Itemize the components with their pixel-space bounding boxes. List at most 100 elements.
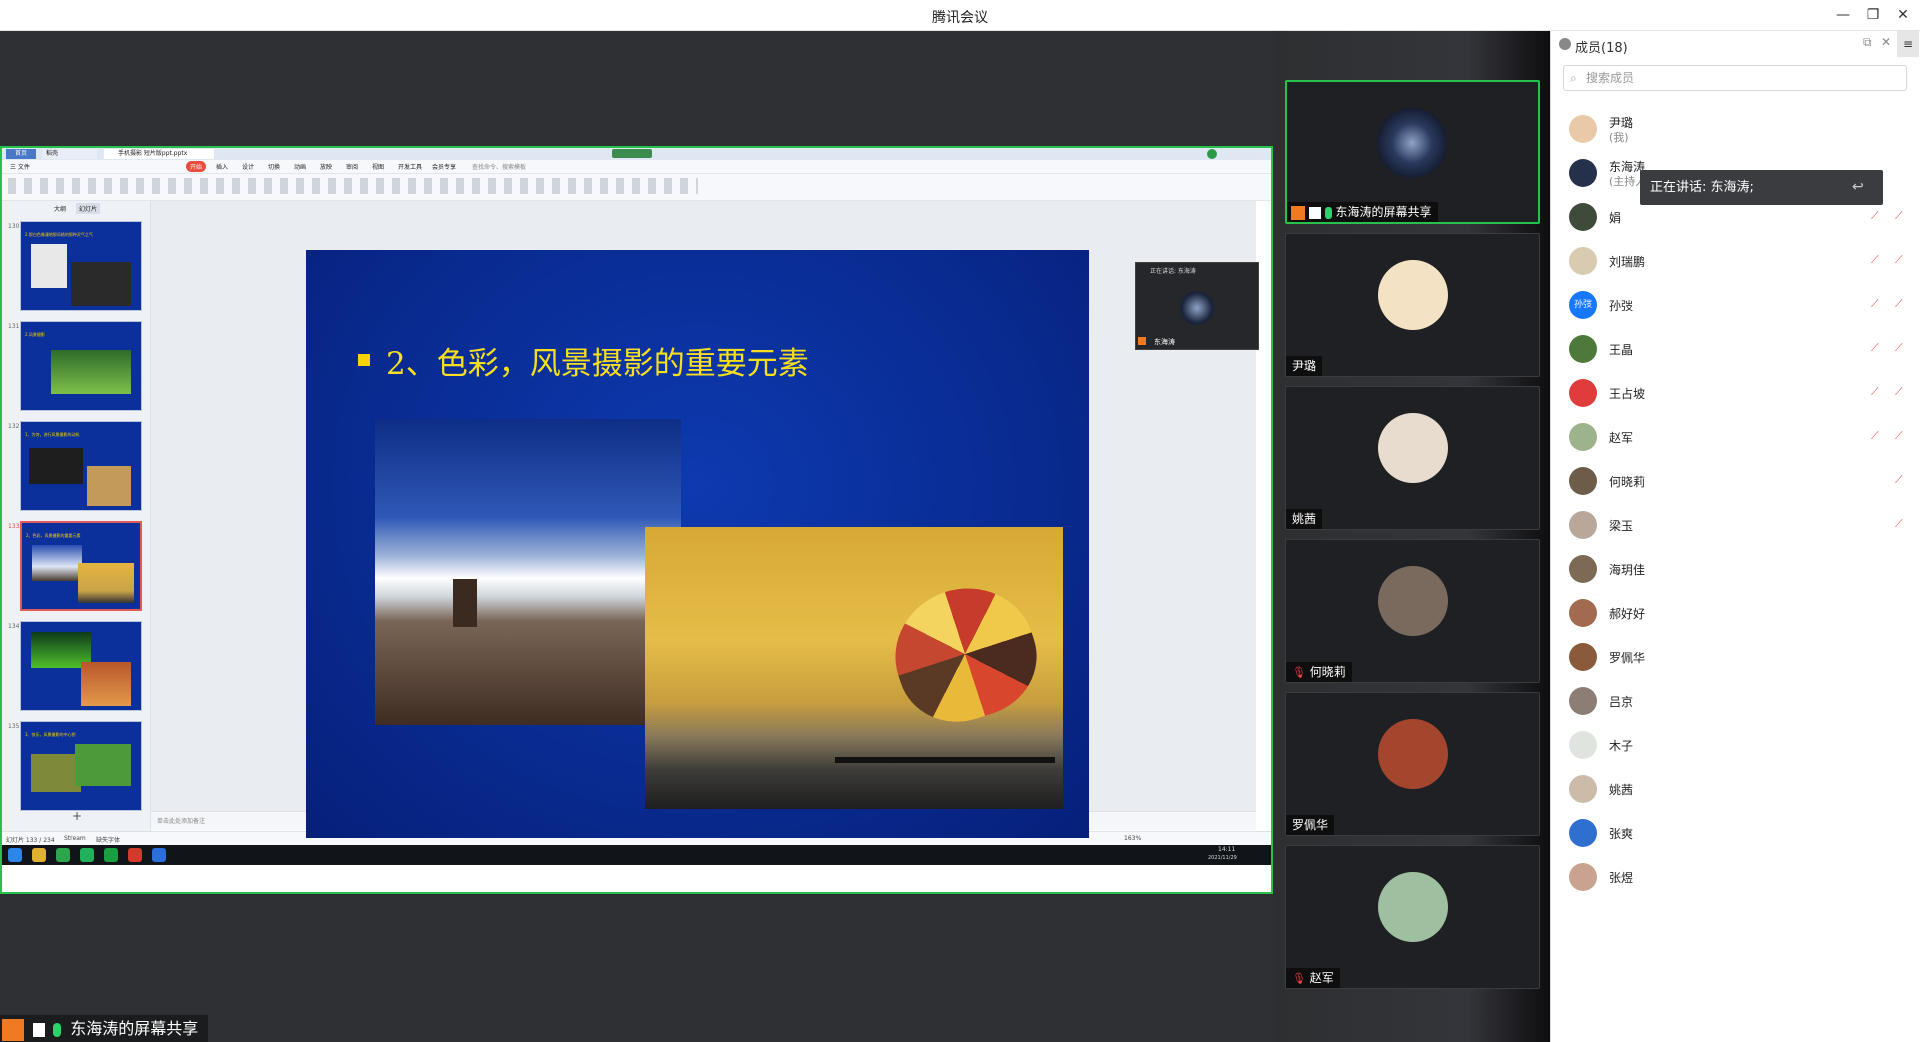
- members-icon: [1559, 38, 1571, 50]
- member-row[interactable]: 刘瑞鹏 ⟋ ⟋: [1551, 243, 1920, 279]
- slide-thumbnail[interactable]: 2.风景摄影: [20, 321, 142, 411]
- member-row[interactable]: 姚茜: [1551, 771, 1920, 807]
- thumbnail-image: [32, 545, 82, 581]
- reply-icon[interactable]: ↩: [1852, 170, 1864, 205]
- video-tile[interactable]: 姚茜: [1285, 386, 1540, 530]
- user-icon: [2, 1018, 24, 1041]
- mini-speaking-label: 正在讲话: 东海涛: [1150, 268, 1196, 275]
- menu-home[interactable]: 开始: [186, 161, 207, 172]
- app-icon[interactable]: [104, 848, 118, 862]
- menu-review[interactable]: 审阅: [346, 162, 358, 171]
- menu-animation[interactable]: 动画: [294, 162, 306, 171]
- slide-panel: 大纲 幻灯片 130 2.那白色像漫地那风格的那种灵气之气 131 2.风景摄影…: [2, 201, 151, 831]
- share-label-text: 东海涛的屏幕共享: [70, 1019, 199, 1038]
- member-avatar: [1569, 599, 1597, 627]
- menu-view[interactable]: 视图: [372, 162, 384, 171]
- member-avatar: [1569, 863, 1597, 891]
- thumbnail-title: 3、快乐，风景摄影的中心钥: [25, 732, 76, 737]
- member-row[interactable]: 张煜: [1551, 859, 1920, 895]
- ribbon-menu: 三 文件 开始 插入 设计 切换 动画 放映 审阅 视图 开发工具 会员专享 查…: [2, 160, 1271, 174]
- wps-tab-bar: 首页 稻壳 手机摄影 短片版ppt.pptx: [2, 148, 1271, 160]
- outline-tab[interactable]: 大纲: [54, 204, 66, 213]
- member-row[interactable]: 王占坡 ⟋ ⟋: [1551, 375, 1920, 411]
- camera-off-icon: ⟋: [1895, 209, 1903, 222]
- mini-meeting-window[interactable]: 正在讲话: 东海涛 东海涛: [1135, 262, 1259, 350]
- search-icon: ⌕: [1570, 71, 1577, 85]
- clock-date: 2021/11/29: [1208, 855, 1237, 861]
- menu-slideshow[interactable]: 放映: [320, 162, 332, 171]
- user-icon: [1291, 205, 1305, 220]
- member-row[interactable]: 张爽: [1551, 815, 1920, 851]
- slide-number: 134: [8, 623, 20, 630]
- video-tile[interactable]: 🎙 赵军: [1285, 845, 1540, 989]
- menu-design[interactable]: 设计: [242, 162, 254, 171]
- current-slide[interactable]: 2、色彩，风景摄影的重要元素: [306, 250, 1089, 838]
- member-name: 王晶: [1609, 343, 1634, 357]
- slide-thumbnail[interactable]: [20, 621, 142, 711]
- slide-number: 135: [8, 723, 20, 730]
- meeting-float-bar[interactable]: [612, 149, 652, 158]
- member-row[interactable]: 何晓莉 ⟋: [1551, 463, 1920, 499]
- tab-pptx[interactable]: 手机摄影 短片版ppt.pptx: [104, 149, 214, 159]
- avatar[interactable]: [1207, 149, 1217, 159]
- close-button[interactable]: ✕: [1890, 4, 1916, 26]
- font-missing[interactable]: 缺失字体: [96, 835, 120, 844]
- mic-off-icon: ⟋: [1871, 209, 1879, 222]
- slide-thumbnail[interactable]: 3、快乐，风景摄影的中心钥: [20, 721, 142, 811]
- member-row[interactable]: 梁玉 ⟋: [1551, 507, 1920, 543]
- slide-thumbnail-selected[interactable]: 2、色彩，风景摄影的重要元素: [20, 521, 142, 611]
- member-search-input[interactable]: ⌕ 搜索成员: [1563, 65, 1907, 91]
- slides-tab[interactable]: 幻灯片: [76, 203, 101, 214]
- video-tile[interactable]: 🎙 何晓莉: [1285, 539, 1540, 683]
- member-row[interactable]: 尹璐 (我): [1551, 111, 1920, 147]
- member-avatar: [1569, 335, 1597, 363]
- tab-home[interactable]: 首页: [6, 149, 36, 159]
- add-slide-button[interactable]: +: [72, 809, 82, 823]
- tab-docer[interactable]: 稻壳: [42, 149, 97, 159]
- member-row[interactable]: 吕京: [1551, 683, 1920, 719]
- tower-ruin: [453, 579, 477, 627]
- thumbnail-image: [75, 744, 131, 786]
- member-row[interactable]: 郝好好: [1551, 595, 1920, 631]
- toolbar-icons[interactable]: [8, 178, 698, 194]
- menu-developer[interactable]: 开发工具: [398, 162, 422, 171]
- close-panel-icon[interactable]: ✕: [1881, 35, 1891, 49]
- popout-icon[interactable]: ⧉: [1863, 35, 1872, 50]
- video-tile[interactable]: 罗佩华: [1285, 692, 1540, 836]
- start-icon[interactable]: [8, 848, 22, 862]
- browser-icon[interactable]: [56, 848, 70, 862]
- member-row[interactable]: 王晶 ⟋ ⟋: [1551, 331, 1920, 367]
- windows-taskbar: 14:11 2021/11/29: [2, 845, 1271, 865]
- thumbnail-image: [87, 466, 131, 506]
- menu-insert[interactable]: 插入: [216, 162, 228, 171]
- video-tile-active[interactable]: 东海涛的屏幕共享: [1285, 80, 1540, 224]
- explorer-icon[interactable]: [32, 848, 46, 862]
- wechat-icon[interactable]: [80, 848, 94, 862]
- member-row[interactable]: 罗佩华: [1551, 639, 1920, 675]
- member-row[interactable]: 木子: [1551, 727, 1920, 763]
- thumbnail-image: [81, 662, 131, 706]
- zoom-level[interactable]: 163%: [1124, 835, 1141, 842]
- slide-thumbnail[interactable]: 1、为何，进行风景摄影的动机: [20, 421, 142, 511]
- member-avatar: [1569, 555, 1597, 583]
- meeting-icon[interactable]: [152, 848, 166, 862]
- menu-transition[interactable]: 切换: [268, 162, 280, 171]
- wps-icon[interactable]: [128, 848, 142, 862]
- video-tile[interactable]: 尹璐: [1285, 233, 1540, 377]
- slide-number: 133: [8, 523, 20, 530]
- member-row[interactable]: 海玥佳: [1551, 551, 1920, 587]
- command-search[interactable]: 查找命令、搜索模板: [472, 162, 526, 171]
- member-row[interactable]: 孙弢 孙弢 ⟋ ⟋: [1551, 287, 1920, 323]
- restore-button[interactable]: ❐: [1860, 4, 1886, 26]
- member-row[interactable]: 赵军 ⟋ ⟋: [1551, 419, 1920, 455]
- menu-icon[interactable]: ≡: [1897, 31, 1919, 57]
- mic-off-icon: ⟋: [1871, 341, 1879, 354]
- member-name: 孙弢: [1609, 299, 1634, 313]
- member-avatar: [1569, 467, 1597, 495]
- minimize-button[interactable]: —: [1830, 4, 1856, 26]
- participant-avatar: [1378, 413, 1448, 483]
- menu-file[interactable]: 三 文件: [10, 162, 30, 171]
- member-avatar: [1569, 379, 1597, 407]
- slide-thumbnail[interactable]: 2.那白色像漫地那风格的那种灵气之气: [20, 221, 142, 311]
- menu-member[interactable]: 会员专享: [432, 162, 456, 171]
